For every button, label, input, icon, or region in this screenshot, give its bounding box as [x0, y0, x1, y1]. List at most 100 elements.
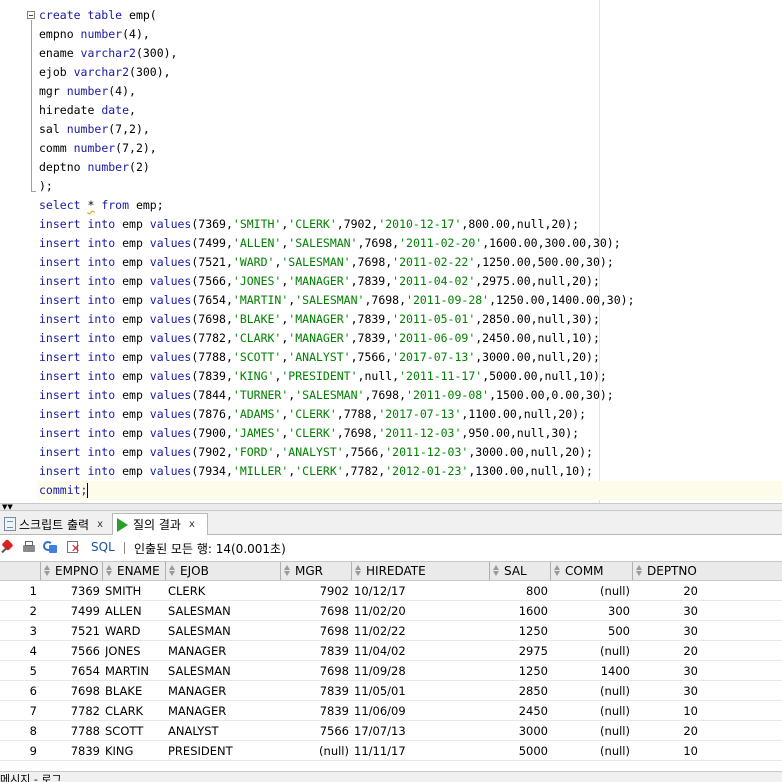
sort-icon[interactable]	[492, 565, 501, 577]
cell-comm[interactable]: 500	[550, 621, 630, 641]
tab-query-result-close-icon[interactable]: x	[189, 519, 195, 530]
cell-empno[interactable]: 7566	[40, 641, 100, 661]
cell-deptno[interactable]: 30	[632, 621, 698, 641]
cell-hiredate[interactable]: 11/04/02	[354, 641, 489, 661]
row-number[interactable]: 2	[0, 601, 37, 621]
cell-mgr[interactable]: 7698	[280, 621, 349, 641]
cell-ejob[interactable]: MANAGER	[168, 681, 280, 701]
cell-ename[interactable]: BLAKE	[105, 681, 165, 701]
code-line[interactable]: ejob varchar2(300),	[39, 63, 171, 82]
result-grid[interactable]: EMPNO ENAME EJOB MGR HIREDATE SAL COMM DEPTNO 1…	[0, 561, 782, 782]
message-log-strip[interactable]: 메시지 - 로그	[0, 771, 782, 782]
cell-sal[interactable]: 2975	[489, 641, 548, 661]
column-header-empno[interactable]: EMPNO	[40, 562, 102, 580]
code-line[interactable]: hiredate date,	[39, 101, 136, 120]
code-line[interactable]: insert into emp values(7788,'SCOTT','ANA…	[39, 348, 600, 367]
column-header-mgr[interactable]: MGR	[280, 562, 351, 580]
cell-sal[interactable]: 1250	[489, 621, 548, 641]
cell-ename[interactable]: CLARK	[105, 701, 165, 721]
cell-ename[interactable]: MARTIN	[105, 661, 165, 681]
cell-ename[interactable]: WARD	[105, 621, 165, 641]
table-row[interactable]: 6 7698 BLAKE MANAGER 7839 11/05/01 2850 (null) 3…	[0, 681, 782, 701]
code-line[interactable]: comm number(7,2),	[39, 139, 157, 158]
cell-ejob[interactable]: SALESMAN	[168, 601, 280, 621]
fold-collapse-icon[interactable]	[27, 11, 35, 19]
cell-comm[interactable]: 300	[550, 601, 630, 621]
cell-hiredate[interactable]: 11/02/22	[354, 621, 489, 641]
cell-comm[interactable]: (null)	[550, 681, 630, 701]
tab-query-result[interactable]: 질의 결과 x	[112, 513, 208, 535]
cell-mgr[interactable]: 7698	[280, 601, 349, 621]
code-line[interactable]: insert into emp values(7900,'JAMES','CLE…	[39, 424, 579, 443]
cell-comm[interactable]: (null)	[550, 581, 630, 601]
code-line[interactable]: insert into emp values(7934,'MILLER','CL…	[39, 462, 593, 481]
row-number[interactable]: 1	[0, 581, 37, 601]
sql-link[interactable]: SQL	[91, 540, 115, 554]
cell-hiredate[interactable]: 11/09/28	[354, 661, 489, 681]
sort-icon[interactable]	[354, 565, 363, 577]
cell-sal[interactable]: 2850	[489, 681, 548, 701]
row-number[interactable]: 4	[0, 641, 37, 661]
sort-icon[interactable]	[553, 565, 562, 577]
print-icon[interactable]	[21, 540, 37, 555]
row-number[interactable]: 8	[0, 721, 37, 741]
sql-editor[interactable]: create table emp(empno number(4), ename v…	[0, 0, 782, 503]
cell-ename[interactable]: SCOTT	[105, 721, 165, 741]
cell-deptno[interactable]: 10	[632, 701, 698, 721]
table-row[interactable]: 1 7369 SMITH CLERK 7902 10/12/17 800 (null) 20	[0, 581, 782, 601]
cell-mgr[interactable]: 7566	[280, 721, 349, 741]
cell-comm[interactable]: (null)	[550, 701, 630, 721]
cell-mgr[interactable]: 7839	[280, 681, 349, 701]
cell-sal[interactable]: 800	[489, 581, 548, 601]
code-line[interactable]: select * from emp;	[39, 196, 164, 215]
tab-script-output[interactable]: 스크립트 출력 x	[0, 513, 112, 535]
cell-comm[interactable]: 1400	[550, 661, 630, 681]
code-line[interactable]: commit;	[37, 481, 782, 500]
cell-sal[interactable]: 5000	[489, 741, 548, 761]
row-number[interactable]: 6	[0, 681, 37, 701]
cell-sal[interactable]: 2450	[489, 701, 548, 721]
cell-ejob[interactable]: MANAGER	[168, 641, 280, 661]
table-row[interactable]: 7 7782 CLARK MANAGER 7839 11/06/09 2450 (null) 1…	[0, 701, 782, 721]
cell-deptno[interactable]: 20	[632, 641, 698, 661]
sort-icon[interactable]	[43, 565, 52, 577]
tab-script-output-close-icon[interactable]: x	[97, 519, 103, 530]
code-line[interactable]: insert into emp values(7902,'FORD','ANAL…	[39, 443, 593, 462]
cell-ejob[interactable]: CLERK	[168, 581, 280, 601]
cell-empno[interactable]: 7654	[40, 661, 100, 681]
code-line[interactable]: insert into emp values(7844,'TURNER','SA…	[39, 386, 614, 405]
code-line[interactable]: insert into emp values(7654,'MARTIN','SA…	[39, 291, 635, 310]
cell-hiredate[interactable]: 10/12/17	[354, 581, 489, 601]
cell-ejob[interactable]: ANALYST	[168, 721, 280, 741]
cell-ename[interactable]: SMITH	[105, 581, 165, 601]
cell-ename[interactable]: JONES	[105, 641, 165, 661]
code-line[interactable]: ename varchar2(300),	[39, 44, 177, 63]
sort-icon[interactable]	[168, 565, 177, 577]
cell-mgr[interactable]: 7839	[280, 641, 349, 661]
cell-ename[interactable]: KING	[105, 741, 165, 761]
cell-hiredate[interactable]: 11/06/09	[354, 701, 489, 721]
cell-ejob[interactable]: MANAGER	[168, 701, 280, 721]
cell-ename[interactable]: ALLEN	[105, 601, 165, 621]
cell-sal[interactable]: 3000	[489, 721, 548, 741]
cell-empno[interactable]: 7839	[40, 741, 100, 761]
cell-hiredate[interactable]: 11/11/17	[354, 741, 489, 761]
cell-deptno[interactable]: 30	[632, 661, 698, 681]
cell-hiredate[interactable]: 11/02/20	[354, 601, 489, 621]
cell-comm[interactable]: (null)	[550, 741, 630, 761]
cell-empno[interactable]: 7521	[40, 621, 100, 641]
cell-ejob[interactable]: SALESMAN	[168, 621, 280, 641]
cell-comm[interactable]: (null)	[550, 721, 630, 741]
table-row[interactable]: 5 7654 MARTIN SALESMAN 7698 11/09/28 1250 1400 3…	[0, 661, 782, 681]
cell-deptno[interactable]: 20	[632, 581, 698, 601]
cell-mgr[interactable]: 7698	[280, 661, 349, 681]
code-line[interactable]: insert into emp values(7698,'BLAKE','MAN…	[39, 310, 600, 329]
cell-empno[interactable]: 7369	[40, 581, 100, 601]
cell-comm[interactable]: (null)	[550, 641, 630, 661]
code-line[interactable]: deptno number(2)	[39, 158, 150, 177]
cell-mgr[interactable]: (null)	[280, 741, 349, 761]
cell-sal[interactable]: 1250	[489, 661, 548, 681]
pin-icon[interactable]	[0, 540, 16, 555]
cell-deptno[interactable]: 30	[632, 681, 698, 701]
cell-sal[interactable]: 1600	[489, 601, 548, 621]
